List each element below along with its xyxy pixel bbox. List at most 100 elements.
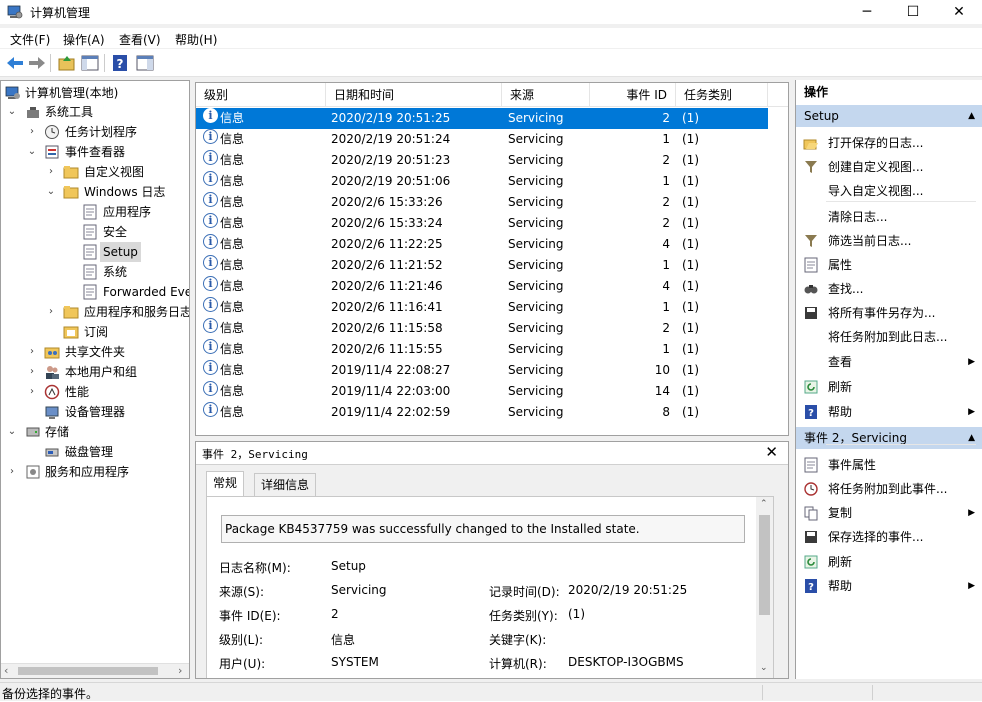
chevron-right-icon[interactable]: › [26, 362, 38, 382]
action-label: 创建自定义视图... [828, 160, 924, 174]
tab-general[interactable]: 常规 [206, 471, 245, 497]
detail-vertical-scrollbar[interactable]: ⌃ ⌄ [756, 497, 773, 678]
close-button[interactable]: ✕ [936, 0, 982, 24]
menu-help[interactable]: 帮助(H) [175, 31, 217, 48]
column-header-level[interactable]: 级别 [196, 83, 326, 107]
forward-arrow-icon[interactable] [27, 53, 47, 73]
divider [826, 444, 976, 445]
tab-details[interactable]: 详细信息 [254, 473, 317, 497]
actions-section-event[interactable]: 事件 2，Servicing ▲ [796, 427, 982, 449]
scroll-left-icon[interactable]: ‹ [4, 664, 8, 677]
save-selected-events-icon [805, 531, 817, 543]
row-source: Servicing [508, 111, 564, 125]
collapse-icon[interactable]: ▲ [968, 105, 975, 127]
show-hide-tree-icon[interactable] [80, 53, 100, 73]
action-label: 刷新 [828, 380, 853, 394]
column-header-source[interactable]: 来源 [502, 83, 590, 107]
chevron-right-icon[interactable]: › [6, 462, 18, 482]
up-folder-icon[interactable] [57, 53, 77, 73]
chevron-down-icon[interactable]: ⌄ [6, 102, 18, 122]
action-label: 筛选当前日志... [828, 234, 912, 248]
table-row[interactable]: i 信息 2020/2/6 11:22:25 Servicing 4 (1) [196, 234, 768, 255]
menu-action[interactable]: 操作(A) [63, 31, 105, 48]
scroll-right-icon[interactable]: › [178, 664, 182, 677]
subscriptions-icon [63, 326, 79, 339]
info-icon: i [203, 402, 218, 417]
action-item[interactable]: 导入自定义视图... [796, 179, 982, 203]
detail-general-panel: Package KB4537759 was successfully chang… [206, 496, 774, 678]
action-item[interactable]: 查看 ▶ [796, 350, 982, 374]
action-item[interactable]: 复制 ▶ [796, 501, 982, 525]
table-row[interactable]: i 信息 2020/2/6 15:33:24 Servicing 2 (1) [196, 213, 768, 234]
detail-close-icon[interactable]: ✕ [765, 443, 778, 461]
tree-label: 服务和应用程序 [45, 465, 130, 479]
action-item[interactable]: 将所有事件另存为... [796, 301, 982, 325]
tree-label: 计算机管理(本地) [25, 86, 119, 100]
chevron-down-icon[interactable]: ⌄ [6, 422, 18, 442]
table-row[interactable]: i 信息 2020/2/6 11:15:58 Servicing 2 (1) [196, 318, 768, 339]
menu-bar: 文件(F) 操作(A) 查看(V) 帮助(H) [0, 28, 982, 48]
scroll-down-icon[interactable]: ⌄ [760, 663, 768, 673]
column-header-datetime[interactable]: 日期和时间 [326, 83, 502, 107]
scroll-up-icon[interactable]: ⌃ [760, 499, 768, 509]
source-value: Servicing [331, 583, 387, 597]
table-row[interactable]: i 信息 2020/2/6 11:21:46 Servicing 4 (1) [196, 276, 768, 297]
tree-horizontal-scrollbar[interactable]: ‹ › [1, 663, 189, 678]
action-item[interactable]: 清除日志... [796, 205, 982, 229]
row-event-id: 2 [662, 195, 670, 209]
action-item[interactable]: 创建自定义视图... [796, 155, 982, 179]
maximize-button[interactable]: ☐ [890, 0, 936, 24]
action-item[interactable]: 将任务附加到此日志... [796, 325, 982, 349]
table-row[interactable]: i 信息 2019/11/4 22:08:27 Servicing 10 (1) [196, 360, 768, 381]
table-row[interactable]: i 信息 2020/2/19 20:51:06 Servicing 1 (1) [196, 171, 768, 192]
action-item[interactable]: 保存选择的事件... [796, 525, 982, 549]
table-row[interactable]: i 信息 2019/11/4 22:03:00 Servicing 14 (1) [196, 381, 768, 402]
table-row[interactable]: i 信息 2020/2/19 20:51:23 Servicing 2 (1) [196, 150, 768, 171]
action-item[interactable]: 查找... [796, 277, 982, 301]
chevron-right-icon[interactable]: › [26, 122, 38, 142]
section-label: 事件 2，Servicing [804, 431, 907, 445]
menu-view[interactable]: 查看(V) [119, 31, 161, 48]
chevron-right-icon[interactable]: › [45, 162, 57, 182]
chevron-right-icon[interactable]: › [45, 302, 57, 322]
action-item[interactable]: ? 帮助 ▶ [796, 574, 982, 598]
chevron-right-icon[interactable]: › [26, 342, 38, 362]
row-event-id: 1 [662, 174, 670, 188]
show-hide-action-pane-icon[interactable] [135, 53, 155, 73]
row-task-category: (1) [682, 300, 699, 314]
action-label: 帮助 [828, 405, 853, 419]
help-icon[interactable]: ? [110, 53, 130, 73]
properties-icon [804, 257, 818, 273]
chevron-down-icon[interactable]: ⌄ [45, 182, 57, 202]
scrollbar-thumb[interactable] [18, 667, 158, 675]
action-item[interactable]: 属性 [796, 253, 982, 277]
log-name-label: 日志名称(M): [219, 561, 291, 575]
filter-log-icon [805, 235, 817, 247]
action-item[interactable]: ? 帮助 ▶ [796, 400, 982, 424]
table-row[interactable]: i 信息 2020/2/19 20:51:25 Servicing 2 (1) [196, 108, 768, 129]
collapse-icon[interactable]: ▲ [968, 427, 975, 449]
action-item[interactable]: 事件属性 [796, 453, 982, 477]
row-level: 信息 [220, 132, 245, 146]
column-header-event-id[interactable]: 事件 ID [590, 83, 676, 107]
table-row[interactable]: i 信息 2020/2/6 11:15:55 Servicing 1 (1) [196, 339, 768, 360]
back-arrow-icon[interactable] [5, 53, 25, 73]
action-item[interactable]: 刷新 [796, 375, 982, 399]
minimize-button[interactable]: ─ [844, 0, 890, 24]
action-item[interactable]: 将任务附加到此事件... [796, 477, 982, 501]
action-item[interactable]: 筛选当前日志... [796, 229, 982, 253]
row-datetime: 2020/2/6 11:16:41 [331, 300, 443, 314]
action-item[interactable]: 刷新 [796, 550, 982, 574]
scrollbar-thumb[interactable] [759, 515, 770, 615]
chevron-down-icon[interactable]: ⌄ [26, 142, 38, 162]
chevron-right-icon[interactable]: › [26, 382, 38, 402]
table-row[interactable]: i 信息 2020/2/6 15:33:26 Servicing 2 (1) [196, 192, 768, 213]
action-item[interactable]: 打开保存的日志... [796, 131, 982, 155]
actions-section-setup[interactable]: Setup ▲ [796, 105, 982, 127]
table-row[interactable]: i 信息 2020/2/6 11:21:52 Servicing 1 (1) [196, 255, 768, 276]
menu-file[interactable]: 文件(F) [10, 31, 50, 48]
table-row[interactable]: i 信息 2019/11/4 22:02:59 Servicing 8 (1) [196, 402, 768, 423]
column-header-task-category[interactable]: 任务类别 [676, 83, 768, 107]
table-row[interactable]: i 信息 2020/2/6 11:16:41 Servicing 1 (1) [196, 297, 768, 318]
table-row[interactable]: i 信息 2020/2/19 20:51:24 Servicing 1 (1) [196, 129, 768, 150]
